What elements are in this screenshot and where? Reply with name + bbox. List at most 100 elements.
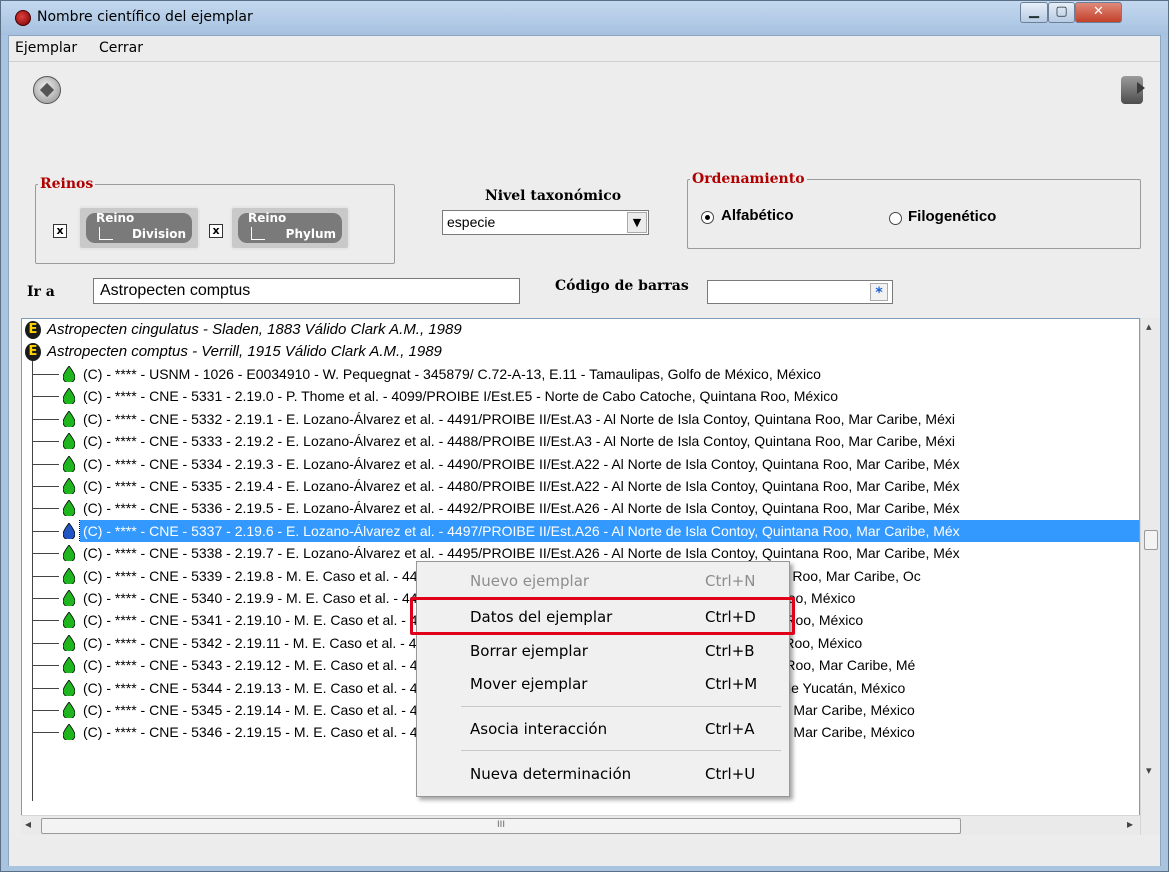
scroll-down-arrow[interactable]: ▾ <box>1146 764 1152 777</box>
close-button[interactable]: ✕ <box>1075 2 1122 23</box>
phylum-label: Phylum <box>285 227 336 241</box>
specimen-label: (C) - **** - CNE - 5336 - 2.19.5 - E. Lo… <box>83 500 960 517</box>
blue-drop-icon <box>63 522 75 539</box>
ir-a-value: Astropecten comptus <box>100 282 251 299</box>
main-window: Nombre científico del ejemplar ▁ ▢ ✕ Eje… <box>0 0 1169 872</box>
reino-division-face: Reino Division <box>86 211 192 243</box>
menu-bar: Ejemplar Cerrar <box>9 36 1160 62</box>
reino-label: Reino <box>248 211 287 225</box>
menu-item-shortcut: Ctrl+U <box>705 765 756 783</box>
menu-item-nueva-determinacion[interactable]: Nueva determinación Ctrl+U <box>417 759 789 789</box>
tree-branch-line <box>33 687 59 689</box>
nivel-taxonomico-value: especie <box>447 214 496 230</box>
green-drop-icon <box>63 545 75 562</box>
menu-item-label: Mover ejemplar <box>470 675 588 693</box>
taxon-row[interactable]: E Astropecten cingulatus - Sladen, 1883 … <box>22 319 1139 341</box>
highlight-annotation-box <box>410 597 795 635</box>
specimen-row[interactable]: (C) - **** - CNE - 5334 - 2.19.3 - E. Lo… <box>22 453 1139 475</box>
menu-item-label: Borrar ejemplar <box>470 642 588 660</box>
taxon-label: Astropecten cingulatus - Sladen, 1883 Vá… <box>47 321 462 338</box>
scroll-left-arrow[interactable]: ◂ <box>25 817 31 831</box>
green-drop-icon <box>63 478 75 494</box>
scroll-right-arrow[interactable]: ▸ <box>1127 817 1133 831</box>
tree-branch-line <box>33 642 59 644</box>
tree-branch-line <box>33 732 59 734</box>
alfabetico-label[interactable]: Alfabético <box>721 207 794 224</box>
reino-division-checkbox[interactable]: x <box>53 224 67 238</box>
chevron-down-icon[interactable]: ▼ <box>627 212 647 233</box>
vertical-scrollbar[interactable]: ▴ ▾ <box>1140 318 1160 835</box>
filogenetico-label[interactable]: Filogenético <box>908 208 996 225</box>
menu-item-shortcut: Ctrl+N <box>705 572 756 590</box>
especie-e-icon: E <box>25 321 41 339</box>
reino-division-button[interactable]: Reino Division <box>78 206 200 250</box>
scroll-up-arrow[interactable]: ▴ <box>1146 320 1152 333</box>
ordenamiento-legend: Ordenamiento <box>692 171 805 187</box>
nivel-taxonomico-select[interactable]: especie ▼ <box>442 210 649 235</box>
menu-item-nuevo-ejemplar[interactable]: Nuevo ejemplar Ctrl+N <box>417 566 789 596</box>
menu-item-borrar-ejemplar[interactable]: Borrar ejemplar Ctrl+B <box>417 636 789 666</box>
toolbar <box>9 62 1160 174</box>
menu-ejemplar[interactable]: Ejemplar <box>15 40 77 56</box>
menu-item-mover-ejemplar[interactable]: Mover ejemplar Ctrl+M <box>417 669 789 699</box>
menu-item-shortcut: Ctrl+A <box>705 720 755 738</box>
green-drop-icon <box>63 612 75 629</box>
reinos-group: Reinos x Reino Division x Reino Phylum <box>35 176 395 264</box>
specimen-row[interactable]: (C) - **** - CNE - 5337 - 2.19.6 - E. Lo… <box>22 519 1139 542</box>
filogenetico-radio[interactable] <box>889 212 902 225</box>
green-drop-icon <box>63 455 75 472</box>
specimen-row[interactable]: (C) - **** - USNM - 1026 - E0034910 - W.… <box>22 363 1139 385</box>
title-bar: Nombre científico del ejemplar ▁ ▢ ✕ <box>1 1 1168 35</box>
green-drop-icon <box>63 366 75 382</box>
menu-cerrar[interactable]: Cerrar <box>99 40 143 56</box>
tree-branch-line <box>33 486 59 487</box>
specimen-row[interactable]: (C) - **** - CNE - 5336 - 2.19.5 - E. Lo… <box>22 497 1139 519</box>
specimen-row[interactable]: (C) - **** - CNE - 5331 - 2.19.0 - P. Th… <box>22 385 1139 407</box>
alfabetico-radio[interactable] <box>701 211 714 224</box>
green-drop-icon <box>63 702 75 718</box>
ir-a-input[interactable]: Astropecten comptus <box>93 278 520 304</box>
division-label: Division <box>131 227 186 241</box>
green-drop-icon <box>63 724 75 741</box>
menu-item-label: Nueva determinación <box>470 765 632 783</box>
horizontal-scrollbar[interactable]: ◂ III ▸ <box>21 815 1140 835</box>
vertical-scroll-thumb[interactable] <box>1144 530 1158 550</box>
tree-branch-line <box>33 598 59 599</box>
tree-branch-line <box>33 396 59 398</box>
specimen-label: (C) - **** - USNM - 1026 - E0034910 - W.… <box>83 366 821 382</box>
green-drop-icon <box>63 590 75 606</box>
codigo-barras-input[interactable]: * <box>707 280 893 304</box>
tree-branch-line <box>33 553 59 555</box>
green-drop-icon <box>63 500 75 517</box>
green-drop-icon <box>63 388 75 405</box>
exit-door-icon[interactable] <box>1121 76 1145 104</box>
menu-item-asocia-interaccion[interactable]: Asocia interacción Ctrl+A <box>417 714 789 744</box>
nivel-taxonomico-label: Nivel taxonómico <box>485 188 622 204</box>
tree-branch-line <box>33 463 59 465</box>
specimen-label: (C) - **** - CNE - 5331 - 2.19.0 - P. Th… <box>83 388 839 405</box>
specimen-row[interactable]: (C) - **** - CNE - 5332 - 2.19.1 - E. Lo… <box>22 408 1139 430</box>
tree-branch-line <box>33 418 59 420</box>
navigate-icon[interactable] <box>33 76 61 104</box>
tree-branch-line <box>33 575 59 577</box>
ir-a-label: Ir a <box>27 284 55 300</box>
reino-phylum-button[interactable]: Reino Phylum <box>230 206 350 250</box>
ordenamiento-group: Ordenamiento Alfabético Filogenético <box>687 171 1141 249</box>
minimize-button[interactable]: ▁ <box>1020 2 1048 23</box>
specimen-row[interactable]: (C) - **** - CNE - 5333 - 2.19.2 - E. Lo… <box>22 430 1139 452</box>
specimen-row[interactable]: (C) - **** - CNE - 5335 - 2.19.4 - E. Lo… <box>22 475 1139 497</box>
taxon-row[interactable]: E Astropecten comptus - Verrill, 1915 Vá… <box>22 341 1139 363</box>
ladybug-icon <box>15 10 31 26</box>
menu-item-shortcut: Ctrl+M <box>705 675 758 693</box>
green-drop-icon <box>63 634 75 651</box>
menu-item-label: Asocia interacción <box>470 720 608 738</box>
reino-phylum-face: Reino Phylum <box>238 211 342 243</box>
maximize-button[interactable]: ▢ <box>1048 2 1075 23</box>
horizontal-scroll-thumb[interactable]: III <box>41 818 961 834</box>
reino-phylum-checkbox[interactable]: x <box>209 224 223 238</box>
menu-item-shortcut: Ctrl+B <box>705 642 755 660</box>
green-drop-icon <box>63 679 75 696</box>
green-drop-icon <box>63 567 75 584</box>
barcode-search-button[interactable]: * <box>870 283 888 301</box>
specimen-label: (C) - **** - CNE - 5333 - 2.19.2 - E. Lo… <box>83 433 955 450</box>
